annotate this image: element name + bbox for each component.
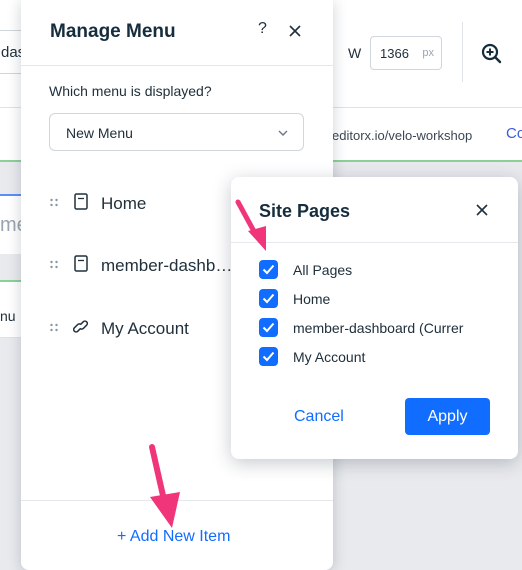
site-pages-popup: Site Pages All Pages Home member-dashboa…: [231, 177, 518, 459]
chevron-down-icon: [278, 130, 288, 136]
menu-select-label: Which menu is displayed?: [49, 83, 212, 99]
divider: [21, 65, 333, 66]
divider: [21, 500, 333, 501]
divider: [231, 242, 518, 243]
width-input[interactable]: 1366 px: [370, 36, 442, 70]
close-icon: [289, 25, 301, 37]
canvas-menu-text: nu: [0, 308, 16, 324]
checkmark-icon: [262, 351, 275, 362]
page-option-home[interactable]: Home: [259, 288, 509, 310]
link-icon: [73, 320, 88, 333]
width-label: W: [348, 45, 362, 61]
checkbox[interactable]: [259, 347, 278, 366]
page-option-all-pages[interactable]: All Pages: [259, 259, 509, 281]
toolbar-divider: [462, 22, 463, 82]
close-panel-button[interactable]: [286, 22, 304, 40]
apply-button[interactable]: Apply: [405, 398, 490, 435]
menu-dropdown-value: New Menu: [66, 125, 133, 141]
page-icon: [74, 193, 88, 210]
drag-handle-icon[interactable]: [49, 196, 59, 210]
drag-handle-icon[interactable]: [49, 321, 59, 335]
zoom-in-icon: [481, 43, 502, 64]
checkmark-icon: [262, 293, 275, 304]
checkbox-label: Home: [293, 291, 331, 307]
width-unit: px: [422, 47, 434, 59]
drag-handle-icon[interactable]: [49, 258, 59, 272]
site-url-link[interactable]: Co: [506, 125, 522, 142]
page-option-my-account[interactable]: My Account: [259, 346, 509, 368]
menu-dropdown[interactable]: New Menu: [49, 113, 304, 151]
site-url[interactable]: editorx.io/velo-workshop: [332, 128, 472, 143]
checkmark-icon: [262, 322, 275, 333]
checkbox[interactable]: [259, 260, 278, 279]
zoom-button[interactable]: [470, 34, 514, 74]
checkbox-label: member-dashboard (Currer: [293, 320, 464, 336]
menu-item-label: Home: [101, 194, 147, 213]
page-icon: [74, 255, 88, 272]
close-icon: [476, 204, 488, 216]
menu-item-label: member-dashb…: [101, 256, 233, 275]
checkbox[interactable]: [259, 289, 278, 308]
checkbox[interactable]: [259, 318, 278, 337]
width-value: 1366: [380, 46, 409, 61]
popup-title: Site Pages: [259, 201, 351, 221]
cancel-button[interactable]: Cancel: [294, 408, 344, 426]
add-new-item-button[interactable]: + Add New Item: [117, 528, 230, 546]
menu-item-label: My Account: [101, 319, 189, 338]
panel-title: Manage Menu: [50, 21, 176, 42]
help-button[interactable]: ?: [258, 20, 267, 38]
checkbox-label: All Pages: [293, 262, 353, 278]
checkbox-label: My Account: [293, 349, 366, 365]
checkmark-icon: [262, 264, 275, 275]
close-popup-button[interactable]: [475, 203, 489, 217]
page-option-member-dashboard[interactable]: member-dashboard (Currer: [259, 317, 509, 339]
